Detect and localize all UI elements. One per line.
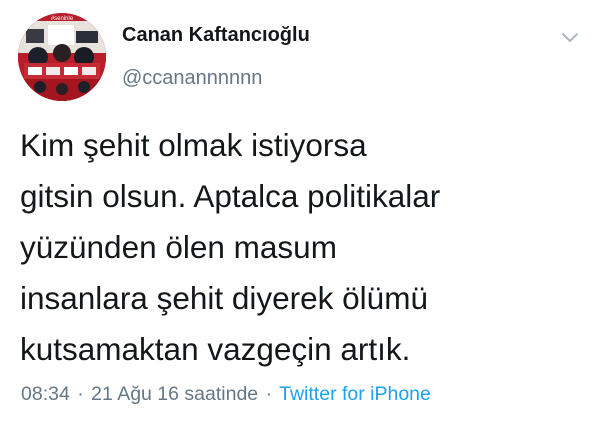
tweet-time[interactable]: 08:34: [21, 383, 70, 405]
avatar-badge-text: #seninle: [51, 16, 74, 22]
tweet-date[interactable]: 21 Ağu 16 saatinde: [91, 383, 258, 405]
tweet-text-line: Kim şehit olmak istiyorsa: [20, 127, 367, 163]
tweet-meta: 08:34 · 21 Ağu 16 saatinde · Twitter for…: [21, 383, 431, 406]
tweet-card: #seninle Canan Kaftancıoğlu @ccanannnnnn…: [0, 0, 600, 421]
chevron-down-icon[interactable]: [558, 25, 582, 49]
avatar-image: #seninle: [18, 13, 106, 101]
meta-separator: ·: [77, 383, 84, 405]
display-name[interactable]: Canan Kaftancıoğlu: [122, 24, 310, 47]
tweet-source-link[interactable]: Twitter for iPhone: [279, 383, 431, 405]
avatar[interactable]: #seninle: [18, 13, 106, 101]
user-handle[interactable]: @ccanannnnnn: [122, 67, 262, 90]
tweet-text-line: insanlara şehit diyerek ölümü: [20, 280, 428, 316]
tweet-text-line: gitsin olsun. Aptalca politikalar: [20, 178, 441, 214]
tweet-text: Kim şehit olmak istiyorsa gitsin olsun. …: [20, 120, 585, 375]
tweet-text-line: kutsamaktan vazgeçin artık.: [20, 331, 411, 367]
tweet-text-line: yüzünden ölen masum: [20, 229, 337, 265]
meta-separator: ·: [265, 383, 273, 405]
